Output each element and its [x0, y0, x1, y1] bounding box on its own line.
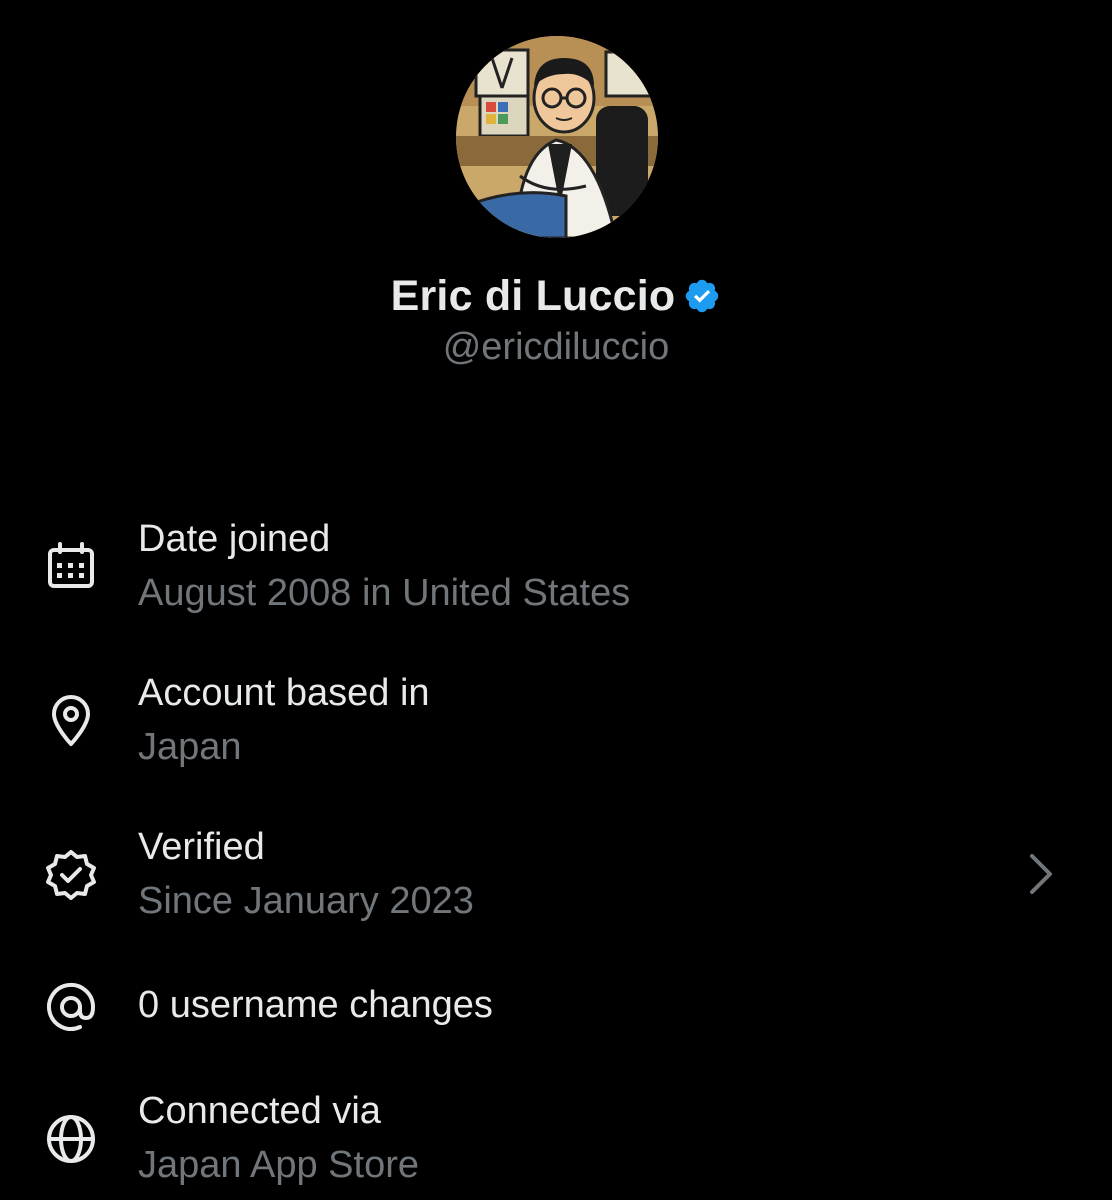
account-based-in-title: Account based in	[138, 672, 430, 714]
connected-via-value: Japan App Store	[138, 1144, 419, 1186]
profile-avatar[interactable]	[456, 36, 658, 238]
account-based-in-value: Japan	[138, 726, 242, 768]
profile-handle: @ericdiluccio	[442, 326, 670, 368]
verified-badge-icon[interactable]	[683, 277, 721, 315]
verified-value: Since January 2023	[138, 880, 474, 922]
display-name: Eric di Luccio	[390, 271, 676, 320]
calendar-icon	[48, 542, 94, 588]
connected-via-title: Connected via	[138, 1090, 381, 1132]
date-joined-title: Date joined	[138, 518, 331, 560]
location-pin-icon	[52, 695, 90, 746]
verified-badge-outline-icon	[46, 850, 96, 900]
verified-title: Verified	[138, 826, 265, 868]
date-joined-value: August 2008 in United States	[138, 572, 631, 614]
profile-name-row: Eric di Luccio	[0, 268, 1112, 324]
chevron-right-icon[interactable]	[1024, 850, 1060, 898]
globe-icon	[47, 1115, 95, 1163]
username-changes-text: 0 username changes	[138, 984, 493, 1026]
at-sign-icon	[47, 982, 96, 1031]
